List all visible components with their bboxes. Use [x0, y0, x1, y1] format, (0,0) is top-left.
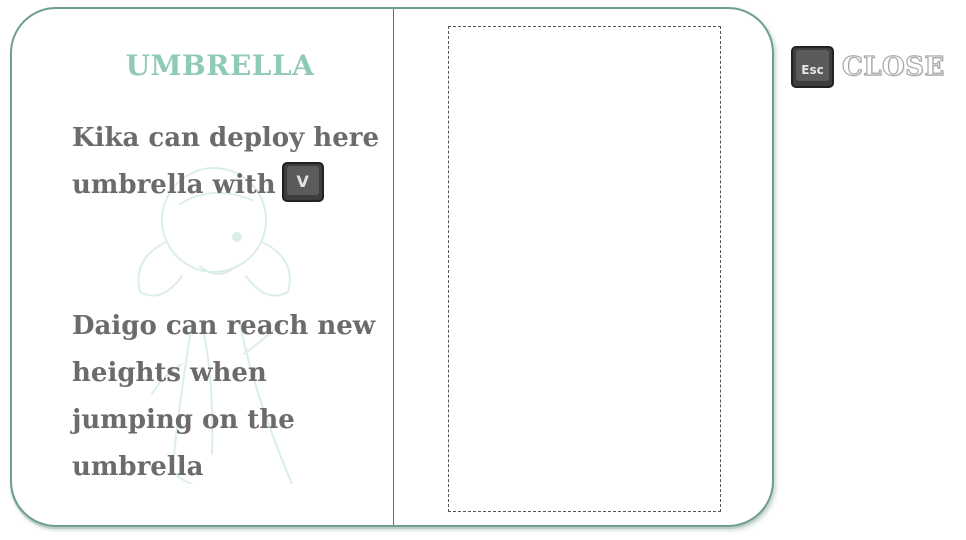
tutorial-book: UMBRELLA Kika can deploy here umbrella w… [10, 7, 774, 527]
close-button[interactable]: Esc CLOSE [791, 46, 945, 88]
kika-umbrella-description: Kika can deploy here umbrella with V [72, 115, 382, 209]
keycap-esc-icon[interactable]: Esc [791, 46, 834, 88]
page-title: UMBRELLA [125, 49, 315, 82]
left-page: UMBRELLA Kika can deploy here umbrella w… [12, 9, 393, 525]
close-key-label: Esc [796, 50, 829, 81]
daigo-jump-description: Daigo can reach new heights when jumping… [72, 311, 376, 482]
right-page [394, 9, 772, 525]
umbrella-key-label: V [286, 166, 319, 195]
preview-image-frame [448, 26, 721, 512]
keycap-v-icon: V [281, 162, 324, 202]
kika-description-text: Kika can deploy here umbrella with [72, 123, 379, 200]
tutorial-screen: UMBRELLA Kika can deploy here umbrella w… [0, 0, 966, 540]
close-label[interactable]: CLOSE [841, 51, 944, 82]
